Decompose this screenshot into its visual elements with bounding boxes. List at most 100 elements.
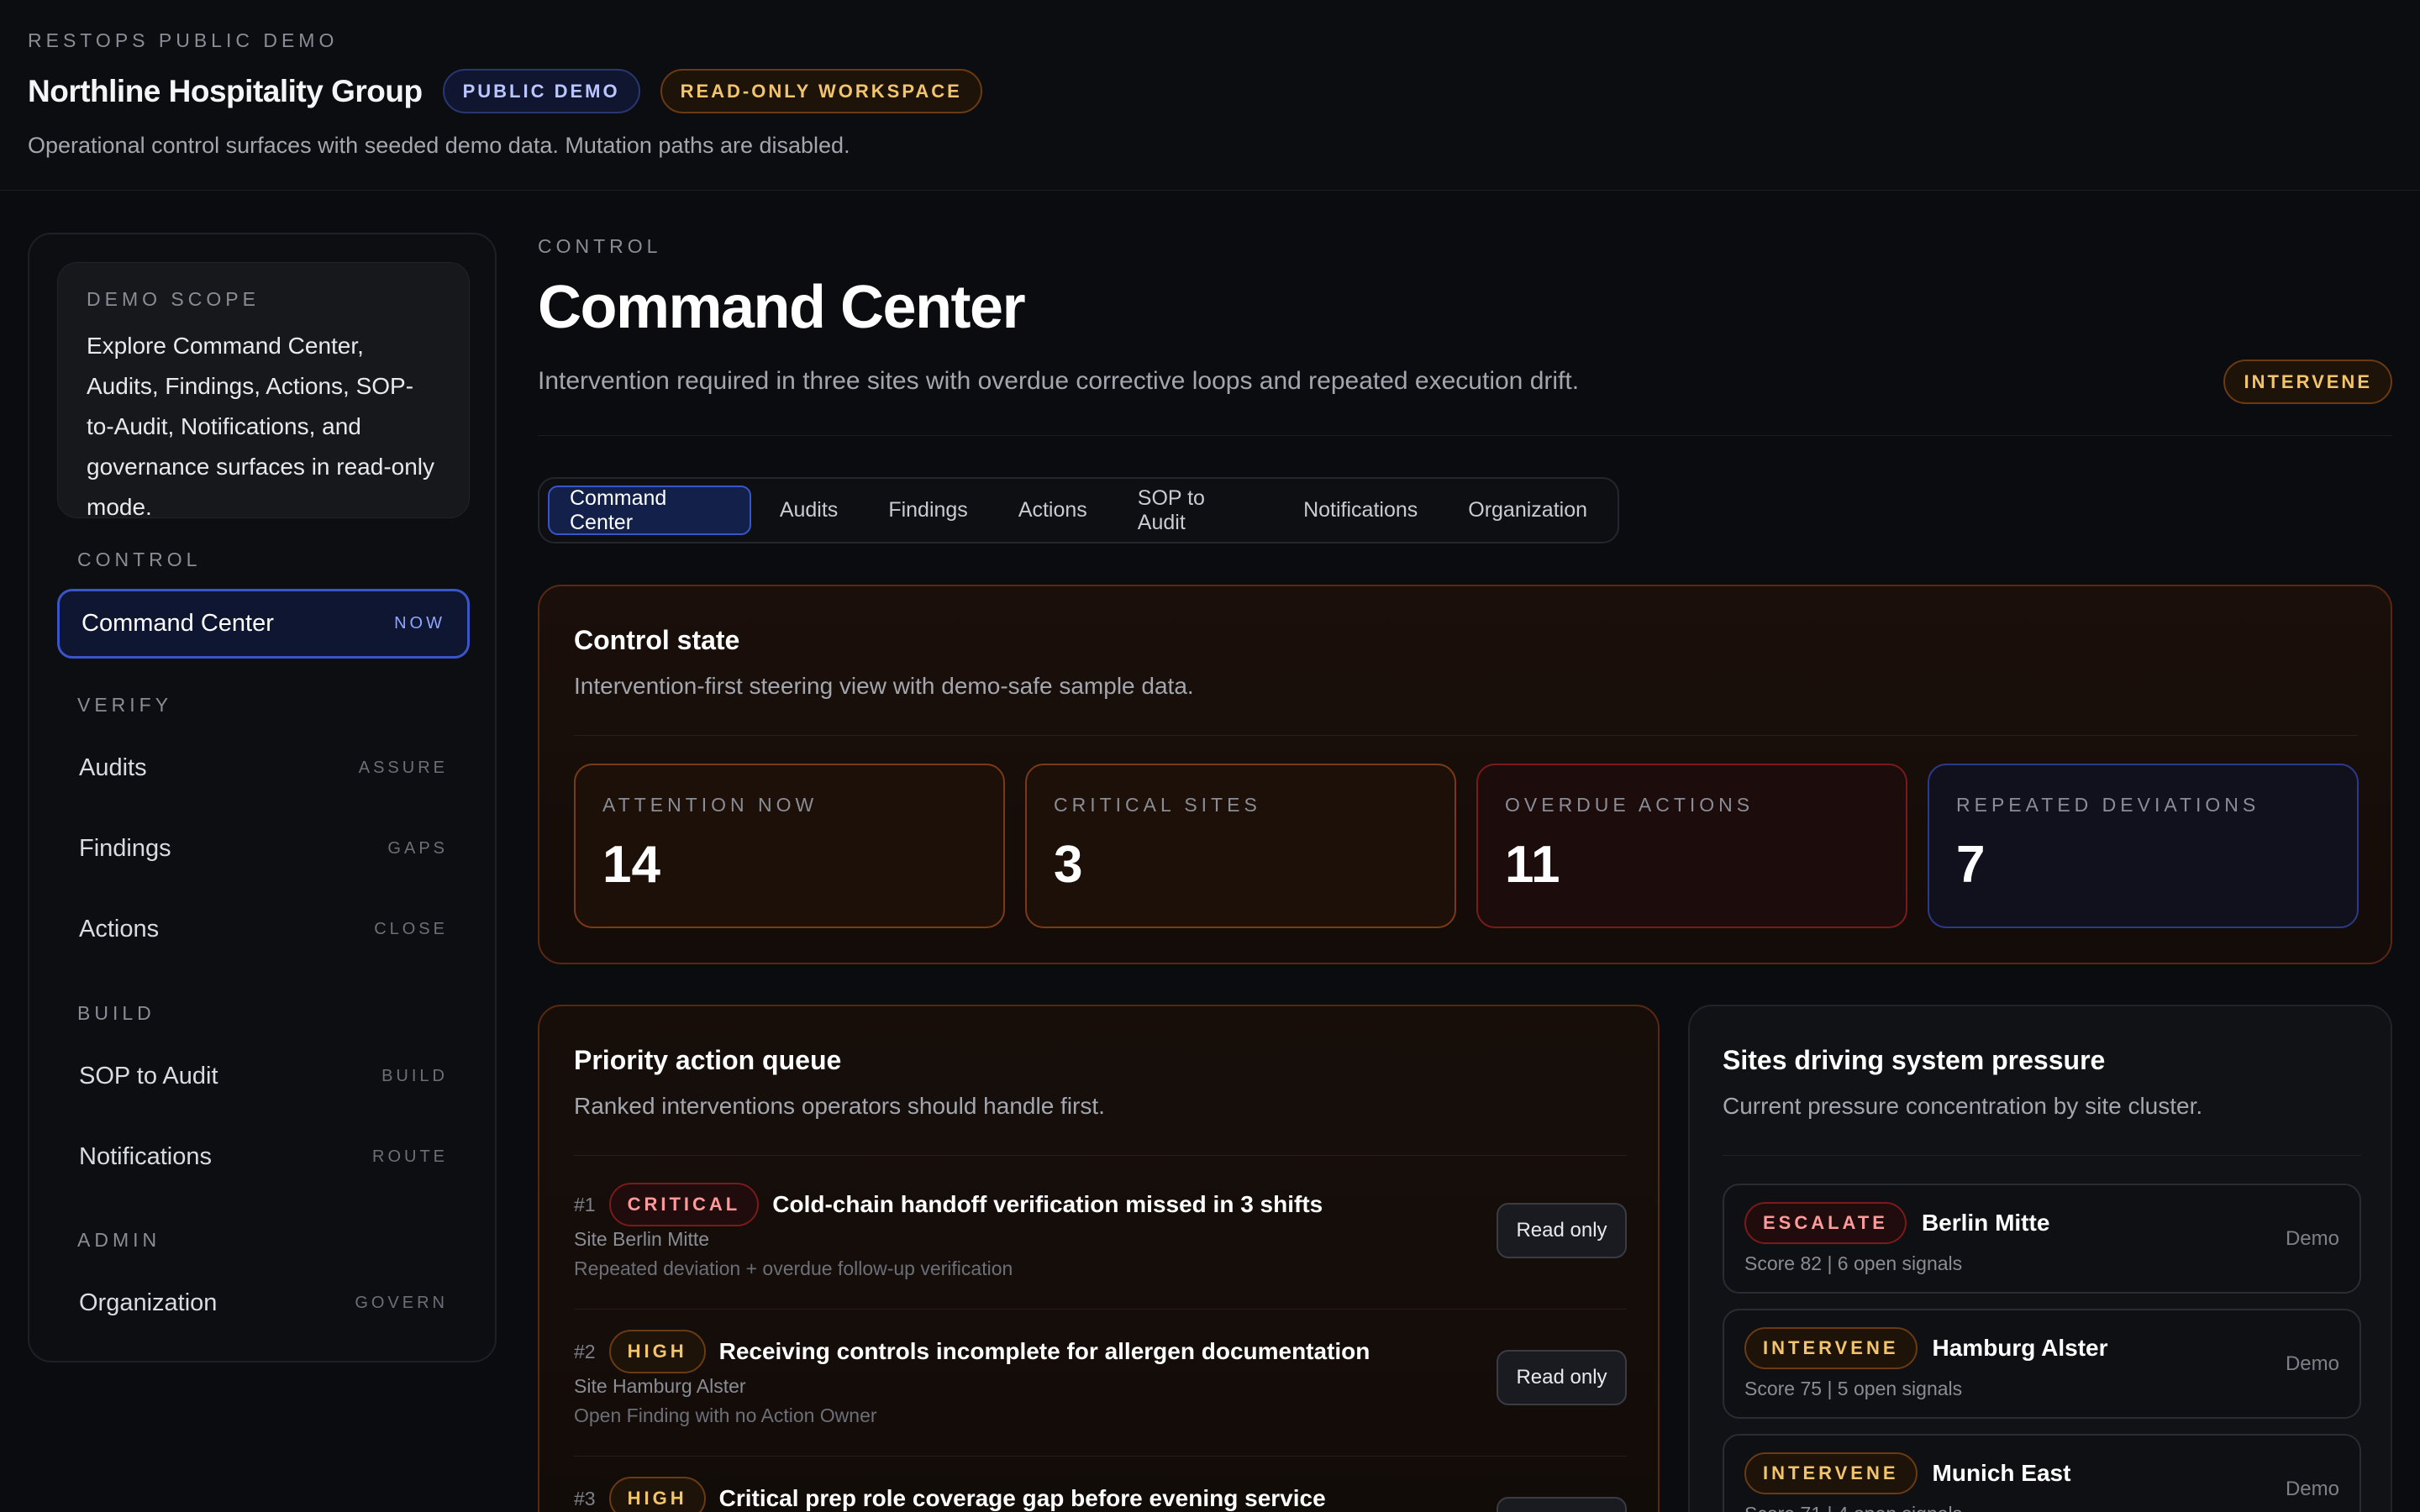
app-eyebrow: RESTOPS PUBLIC DEMO [28, 29, 339, 51]
sidebar-item-audits[interactable]: Audits ASSURE [57, 733, 470, 803]
sidebar-item-label: Audits [79, 754, 147, 781]
site-demo-tag: Demo [2285, 1352, 2339, 1375]
metric-card-critical-sites: CRITICAL SITES 3 [1025, 764, 1456, 928]
site-name: Hamburg Alster [1932, 1335, 2108, 1361]
severity-badge: HIGH [608, 1330, 706, 1373]
queue-item-header: #2 HIGH Receiving controls incomplete fo… [574, 1330, 1627, 1373]
sidebar-item-command-center[interactable]: Command Center NOW [57, 589, 470, 659]
sidebar-item-tag: NOW [394, 614, 445, 633]
priority-queue-panel: Priority action queue Ranked interventio… [538, 1005, 1660, 1512]
queue-item-title: Receiving controls incomplete for allerg… [718, 1338, 1370, 1364]
queue-item-title: Cold-chain handoff verification missed i… [772, 1191, 1323, 1217]
site-status-badge: INTERVENE [1744, 1327, 1918, 1369]
panel-subtitle: Intervention-first steering view with de… [574, 673, 1194, 699]
panel-title: Sites driving system pressure [1723, 1045, 2106, 1075]
read-only-badge: READ-ONLY WORKSPACE [660, 69, 982, 113]
sidebar-item-findings[interactable]: Findings GAPS [57, 814, 470, 884]
sidebar-item-organization[interactable]: Organization GOVERN [57, 1268, 470, 1338]
sidebar-item-sop-to-audit[interactable]: SOP to Audit BUILD [57, 1042, 470, 1111]
site-card-header: INTERVENE Hamburg Alster [1744, 1327, 2339, 1369]
site-card-berlin-mitte[interactable]: ESCALATE Berlin Mitte Score 82 | 6 open … [1723, 1184, 2361, 1294]
panel-subtitle: Ranked interventions operators should ha… [574, 1093, 1105, 1119]
metric-card-overdue-actions: OVERDUE ACTIONS 11 [1476, 764, 1907, 928]
site-meta: Score 82 | 6 open signals [1744, 1252, 1963, 1274]
control-state-panel: Control state Intervention-first steerin… [538, 585, 2392, 964]
queue-item: #1 CRITICAL Cold-chain handoff verificat… [574, 1183, 1627, 1280]
sidebar-item-label: Findings [79, 835, 171, 862]
queue-rank: #2 [574, 1340, 596, 1362]
site-status-badge: ESCALATE [1744, 1202, 1907, 1244]
sidebar-item-actions[interactable]: Actions CLOSE [57, 895, 470, 964]
tab-findings[interactable]: Findings [866, 486, 990, 535]
divider [538, 435, 2392, 436]
metric-value: 7 [1956, 836, 1986, 894]
sidebar: DEMO SCOPE Explore Command Center, Audit… [28, 233, 497, 1362]
demo-scope-text: Explore Command Center, Audits, Findings… [87, 333, 435, 520]
queue-item-site: Site Berlin Mitte [574, 1228, 710, 1250]
page-eyebrow: CONTROL [538, 235, 662, 257]
tab-command-center[interactable]: Command Center [548, 486, 751, 535]
queue-item: #3 HIGH Critical prep role coverage gap … [574, 1477, 1627, 1512]
app-header: RESTOPS PUBLIC DEMO Northline Hospitalit… [0, 0, 2420, 191]
nav-section-build: BUILD [77, 1002, 155, 1024]
sidebar-item-tag: ROUTE [372, 1147, 448, 1166]
queue-item-header: #1 CRITICAL Cold-chain handoff verificat… [574, 1183, 1627, 1226]
tab-bar: Command Center Audits Findings Actions S… [538, 477, 1619, 543]
tab-audits[interactable]: Audits [758, 486, 860, 535]
nav-section-verify: VERIFY [77, 694, 173, 716]
metric-value: 11 [1505, 836, 1560, 894]
sidebar-item-tag: GAPS [387, 839, 448, 858]
site-card-header: INTERVENE Munich East [1744, 1452, 2339, 1494]
sidebar-item-label: Command Center [82, 610, 274, 637]
site-meta: Score 75 | 5 open signals [1744, 1378, 1963, 1399]
org-name: Northline Hospitality Group [28, 73, 423, 108]
metric-value: 3 [1054, 836, 1083, 894]
panel-title: Control state [574, 625, 740, 655]
page-subtitle: Intervention required in three sites wit… [538, 367, 1580, 395]
site-demo-tag: Demo [2285, 1227, 2339, 1250]
metric-label: CRITICAL SITES [1054, 794, 1261, 816]
queue-item-site: Site Hamburg Alster [574, 1375, 746, 1397]
metric-value: 14 [602, 836, 660, 894]
site-demo-tag: Demo [2285, 1478, 2339, 1500]
metric-label: REPEATED DEVIATIONS [1956, 794, 2260, 816]
nav-section-admin: ADMIN [77, 1229, 161, 1251]
queue-item-note: Open Finding with no Action Owner [574, 1404, 877, 1426]
panel-divider [574, 1155, 1627, 1156]
read-only-button[interactable]: Read only [1497, 1350, 1627, 1405]
sidebar-item-notifications[interactable]: Notifications ROUTE [57, 1122, 470, 1192]
metric-label: OVERDUE ACTIONS [1505, 794, 1754, 816]
site-card-munich-east[interactable]: INTERVENE Munich East Score 71 | 4 open … [1723, 1434, 2361, 1512]
panel-title: Priority action queue [574, 1045, 842, 1075]
queue-item-header: #3 HIGH Critical prep role coverage gap … [574, 1477, 1627, 1512]
tab-sop-to-audit[interactable]: SOP to Audit [1116, 486, 1275, 535]
sites-pressure-panel: Sites driving system pressure Current pr… [1688, 1005, 2392, 1512]
header-subtitle: Operational control surfaces with seeded… [28, 133, 850, 158]
panel-subtitle: Current pressure concentration by site c… [1723, 1093, 2203, 1119]
queue-item-title: Critical prep role coverage gap before e… [718, 1485, 1326, 1511]
queue-rank: #1 [574, 1193, 596, 1215]
queue-divider [574, 1309, 1627, 1310]
tab-actions[interactable]: Actions [997, 486, 1109, 535]
read-only-button[interactable]: Read only [1497, 1497, 1627, 1512]
metric-label: ATTENTION NOW [602, 794, 818, 816]
site-card-hamburg-alster[interactable]: INTERVENE Hamburg Alster Score 75 | 5 op… [1723, 1309, 2361, 1419]
sidebar-item-label: Organization [79, 1289, 218, 1316]
tab-organization[interactable]: Organization [1446, 486, 1609, 535]
panel-divider [1723, 1155, 2361, 1156]
tab-notifications[interactable]: Notifications [1281, 486, 1439, 535]
site-status-badge: INTERVENE [1744, 1452, 1918, 1494]
demo-scope-card: DEMO SCOPE Explore Command Center, Audit… [57, 262, 470, 520]
sidebar-item-tag: CLOSE [374, 920, 448, 938]
panel-divider [574, 735, 2358, 736]
status-badge: INTERVENE [2223, 360, 2392, 404]
sidebar-item-label: Notifications [79, 1143, 212, 1170]
queue-rank: #3 [574, 1487, 596, 1509]
metric-card-repeated-deviations: REPEATED DEVIATIONS 7 [1928, 764, 2359, 928]
read-only-button[interactable]: Read only [1497, 1203, 1627, 1258]
severity-badge: CRITICAL [608, 1183, 760, 1226]
queue-item-note: Repeated deviation + overdue follow-up v… [574, 1257, 1013, 1279]
sidebar-item-tag: ASSURE [358, 759, 448, 777]
queue-item: #2 HIGH Receiving controls incomplete fo… [574, 1330, 1627, 1427]
metric-card-attention-now: ATTENTION NOW 14 [574, 764, 1005, 928]
